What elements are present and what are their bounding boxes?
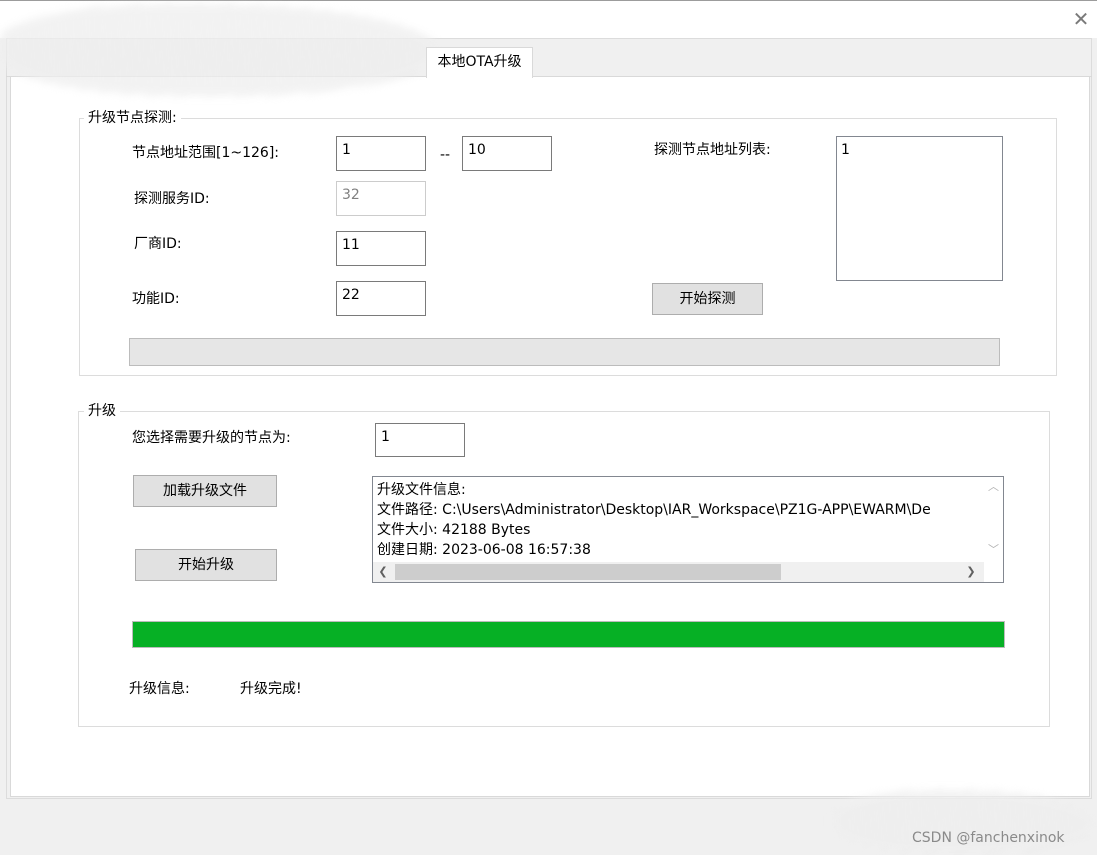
scroll-down-icon[interactable]: ﹀ xyxy=(984,542,1003,558)
watermark: CSDN @fanchenxinok xyxy=(912,830,1065,846)
load-upgrade-file-button[interactable]: 加载升级文件 xyxy=(133,475,277,507)
upgrade-status-value: 升级完成! xyxy=(240,681,302,697)
scroll-thumb[interactable] xyxy=(395,564,781,580)
addr-to-input[interactable]: 10 xyxy=(462,136,552,171)
addr-from-input[interactable]: 1 xyxy=(336,136,426,171)
scroll-right-icon[interactable]: ❯ xyxy=(963,564,979,580)
service-id-label: 探测服务ID: xyxy=(134,191,210,207)
list-item[interactable]: 1 xyxy=(841,141,998,159)
file-info-line: 创建日期: 2023-06-08 16:57:38 xyxy=(377,542,591,558)
start-detect-button[interactable]: 开始探测 xyxy=(652,283,763,315)
upgrade-progress-fill xyxy=(133,622,1004,647)
scroll-left-icon[interactable]: ❮ xyxy=(375,564,391,580)
close-icon[interactable]: ✕ xyxy=(1070,8,1092,30)
upgrade-node-input[interactable]: 1 xyxy=(375,423,465,457)
detected-node-list[interactable]: 1 xyxy=(836,136,1003,281)
function-id-input[interactable]: 22 xyxy=(336,281,426,316)
upgrade-node-label: 您选择需要升级的节点为: xyxy=(132,430,291,446)
tab-local-ota-upgrade[interactable]: 本地OTA升级 xyxy=(426,47,533,78)
function-id-label: 功能ID: xyxy=(132,291,180,307)
vertical-scrollbar[interactable]: ︿ ﹀ xyxy=(984,477,1003,562)
redaction-scribble xyxy=(0,4,440,96)
addr-range-separator: -- xyxy=(440,147,451,163)
file-info-content: 升级文件信息: 文件路径: C:\Users\Administrator\Des… xyxy=(377,480,977,560)
file-info-line: 文件路径: C:\Users\Administrator\Desktop\IAR… xyxy=(377,502,931,518)
start-upgrade-button[interactable]: 开始升级 xyxy=(135,549,277,581)
upgrade-group-title: 升级 xyxy=(84,402,120,420)
file-info-line: 文件大小: 42188 Bytes xyxy=(377,522,531,538)
file-info-textbox[interactable]: 升级文件信息: 文件路径: C:\Users\Administrator\Des… xyxy=(372,476,1004,583)
service-id-input: 32 xyxy=(336,181,426,216)
horizontal-scrollbar[interactable]: ❮ ❯ xyxy=(373,562,984,582)
vendor-id-input[interactable]: 11 xyxy=(336,231,426,266)
detect-group-title: 升级节点探测: xyxy=(84,109,181,127)
upgrade-progress-bar xyxy=(132,621,1005,648)
scroll-up-icon[interactable]: ︿ xyxy=(984,479,1003,495)
upgrade-status-label: 升级信息: xyxy=(129,681,190,697)
addr-range-label: 节点地址范围[1~126]: xyxy=(132,145,279,161)
detect-progress-bar xyxy=(129,338,1000,366)
detect-list-label: 探测节点地址列表: xyxy=(654,142,771,158)
vendor-id-label: 厂商ID: xyxy=(134,236,182,252)
file-info-line: 升级文件信息: xyxy=(377,482,466,498)
